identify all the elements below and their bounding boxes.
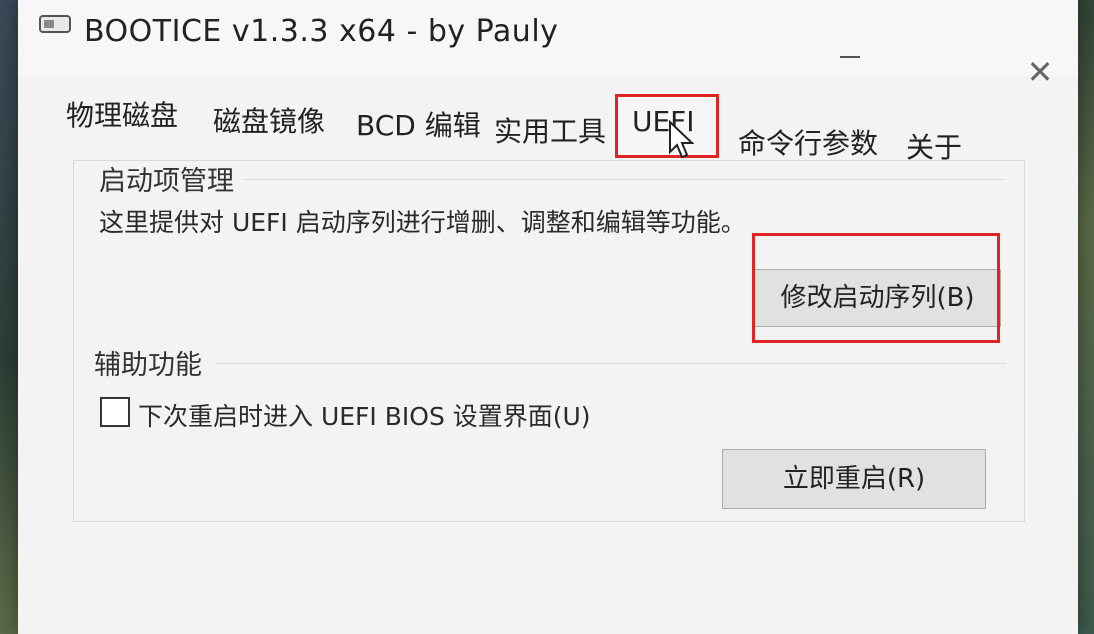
bootice-window: BOOTICE v1.3.3 x64 - by Pauly ✕ 物理磁盘 磁盘镜… xyxy=(18,0,1078,634)
uefi-bios-checkbox[interactable] xyxy=(100,397,130,427)
group-divider xyxy=(244,179,1004,180)
tab-bar: 物理磁盘 磁盘镜像 BCD 编辑 实用工具 UEFI 命令行参数 关于 xyxy=(58,90,1048,164)
bootice-drive-icon xyxy=(39,15,71,33)
uefi-panel: 启动项管理 这里提供对 UEFI 启动序列进行增删、调整和编辑等功能。 修改启动… xyxy=(73,160,1025,522)
boot-manager-description: 这里提供对 UEFI 启动序列进行增删、调整和编辑等功能。 xyxy=(99,208,746,237)
tab-bcd-edit[interactable]: BCD 编辑 xyxy=(356,104,481,144)
close-button[interactable]: ✕ xyxy=(1024,56,1056,88)
reboot-now-button[interactable]: 立即重启(R) xyxy=(722,449,986,509)
uefi-bios-checkbox-label[interactable]: 下次重启时进入 UEFI BIOS 设置界面(U) xyxy=(138,397,591,433)
group-divider xyxy=(216,363,1006,364)
boot-manager-title: 启动项管理 xyxy=(99,166,234,197)
title-bar: BOOTICE v1.3.3 x64 - by Pauly ✕ xyxy=(18,0,1078,88)
minimize-button[interactable] xyxy=(840,56,860,58)
tab-physical-disk[interactable]: 物理磁盘 xyxy=(66,94,178,134)
tab-uefi[interactable]: UEFI xyxy=(615,94,719,158)
close-icon: ✕ xyxy=(1026,53,1054,91)
edit-button-highlight xyxy=(752,233,1000,343)
tab-command-line[interactable]: 命令行参数 xyxy=(738,122,878,162)
tab-disk-image[interactable]: 磁盘镜像 xyxy=(213,100,325,140)
mouse-pointer-icon xyxy=(669,120,694,159)
aux-functions-title: 辅助功能 xyxy=(94,350,202,381)
window-title: BOOTICE v1.3.3 x64 - by Pauly xyxy=(84,14,559,49)
tab-utilities[interactable]: 实用工具 xyxy=(494,110,606,150)
